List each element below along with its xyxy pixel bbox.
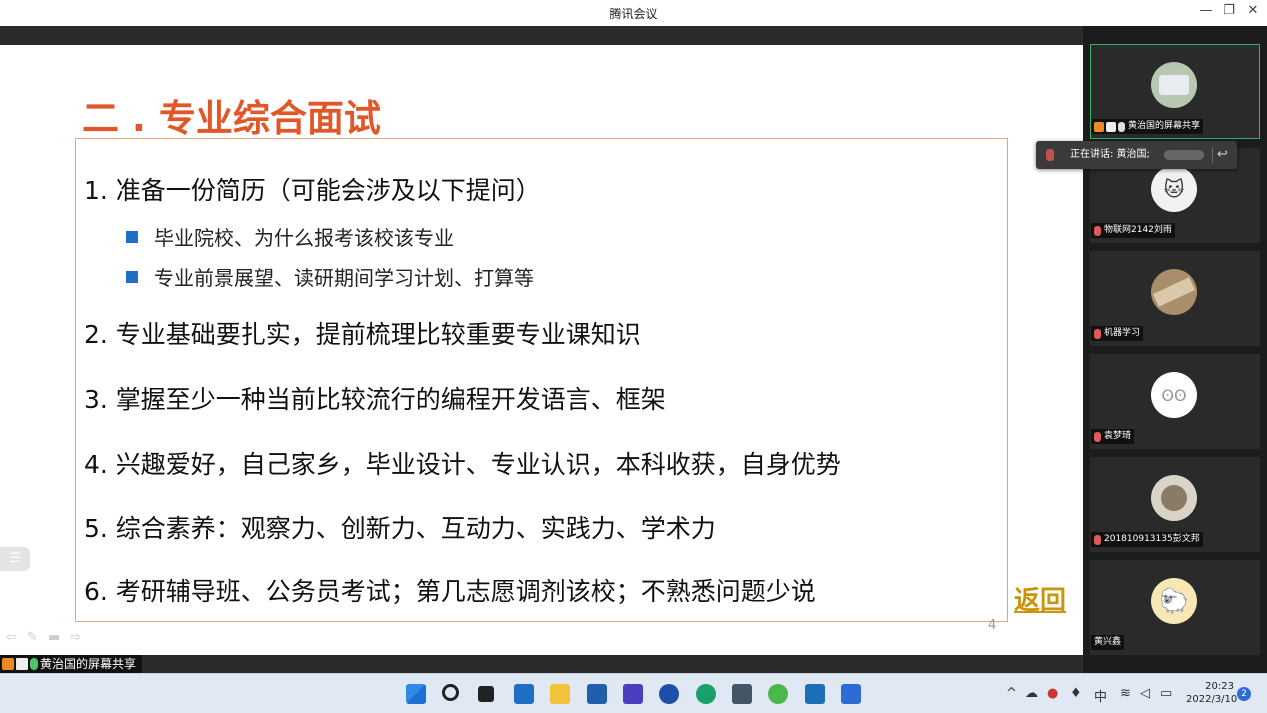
microphone-icon[interactable]: ♦	[1070, 686, 1082, 701]
tencent-meeting-icon[interactable]	[841, 684, 861, 704]
participant-panel: 黄治国的屏幕共享 🐱 物联网2142刘雨 机器学习 ʘʘ 袁梦琦 2018109…	[1083, 26, 1267, 673]
clock-time: 20:23	[1205, 681, 1234, 692]
highlighter-icon[interactable]: ▬	[48, 630, 70, 645]
taskbar: ^ ☁ ● ♦ 中 ≋ ◁ ▭ 20:23 2022/3/10 2	[0, 673, 1267, 713]
redo-icon[interactable]: ⇨	[70, 630, 91, 645]
user-icon	[2, 658, 14, 670]
sub-list-item: 专业前景展望、读研期间学习计划、打算等	[126, 262, 534, 291]
restore-button[interactable]: ❐	[1218, 3, 1240, 18]
sheep-avatar-icon: 🐑	[1159, 587, 1189, 615]
screen-share-icon	[1106, 121, 1116, 132]
speaking-avatars	[1164, 150, 1204, 160]
mic-muted-icon	[1094, 431, 1101, 442]
share-bottom-bar: 黄治国的屏幕共享	[0, 655, 1083, 673]
avatar	[1151, 62, 1197, 108]
mic-icon	[1118, 121, 1125, 132]
mail-icon[interactable]	[587, 684, 607, 704]
wechat-icon[interactable]	[768, 684, 788, 704]
mic-muted-icon	[1094, 328, 1101, 339]
windows-start-icon[interactable]	[406, 684, 426, 704]
list-item: 1. 准备一份简历（可能会涉及以下提问）	[84, 176, 541, 205]
participant-tile[interactable]: 机器学习	[1090, 251, 1260, 346]
avatar	[1151, 475, 1197, 521]
speaking-text: 正在讲话: 黄治国;	[1070, 149, 1150, 160]
annotation-toolbar: ⇦✎▬⇨	[6, 630, 91, 645]
slide-content-box: 1. 准备一份简历（可能会涉及以下提问） 毕业院校、为什么报考该校该专业 专业前…	[75, 138, 1008, 622]
cloud-icon[interactable]: ☁	[1025, 686, 1038, 701]
speaking-indicator: 正在讲话: 黄治国; ↩	[1036, 141, 1237, 169]
widgets-icon[interactable]	[514, 684, 534, 704]
avatar: 🐑	[1151, 578, 1197, 624]
participant-nametag: 黄兴鑫	[1091, 635, 1125, 650]
user-icon	[1094, 121, 1104, 132]
window-title: 腾讯会议	[609, 7, 658, 21]
tray-chevron-icon[interactable]: ^	[1006, 686, 1017, 701]
participant-tile[interactable]: 201810913135彭文邦	[1090, 457, 1260, 552]
reply-icon[interactable]: ↩	[1217, 141, 1228, 169]
mic-icon	[30, 658, 38, 670]
input-language[interactable]: 中	[1094, 686, 1107, 705]
list-item: 2. 专业基础要扎实，提前梳理比较重要专业课知识	[84, 320, 641, 349]
divider	[1212, 147, 1213, 163]
task-view-icon[interactable]	[478, 686, 494, 702]
avatar: 🐱	[1151, 166, 1197, 212]
sharer-tag: 黄治国的屏幕共享	[0, 655, 143, 673]
top-strip	[0, 26, 1083, 45]
participant-nametag: 201810913135彭文邦	[1091, 532, 1203, 547]
list-item: 4. 兴趣爱好，自己家乡，毕业设计、专业认识，本科收获，自身优势	[84, 450, 841, 479]
list-item: 5. 综合素养：观察力、创新力、互动力、实践力、学术力	[84, 514, 716, 543]
battery-icon[interactable]: ▭	[1160, 686, 1172, 701]
wifi-icon[interactable]: ≋	[1120, 686, 1131, 701]
square-bullet-icon	[126, 271, 138, 283]
search-icon[interactable]	[442, 684, 459, 701]
sharer-label: 黄治国的屏幕共享	[40, 657, 137, 671]
mic-muted-icon	[1094, 534, 1101, 545]
file-explorer-icon[interactable]	[550, 684, 570, 704]
participant-nametag: 机器学习	[1091, 326, 1144, 341]
window-titlebar: 腾讯会议 — ❐ ✕	[0, 0, 1267, 26]
taskbar-clock[interactable]: 20:23 2022/3/10	[1186, 680, 1238, 706]
volume-icon[interactable]: ◁	[1140, 686, 1150, 701]
screen-share-icon	[16, 658, 28, 670]
screen: 腾讯会议 — ❐ ✕ 二 . 专业综合面试 1. 准备一份简历（可能会涉及以下提…	[0, 0, 1267, 713]
back-link[interactable]: 返回	[1014, 580, 1066, 617]
pen-icon[interactable]: ✎	[27, 630, 48, 645]
avatar: ʘʘ	[1151, 372, 1197, 418]
close-button[interactable]: ✕	[1242, 3, 1264, 18]
square-bullet-icon	[126, 231, 138, 243]
participant-tile[interactable]: 🐑 黄兴鑫	[1090, 560, 1260, 655]
mic-muted-icon	[1094, 225, 1101, 236]
list-icon: ☰	[9, 551, 21, 566]
shared-screen: 二 . 专业综合面试 1. 准备一份简历（可能会涉及以下提问） 毕业院校、为什么…	[0, 26, 1083, 673]
page-number: 4	[988, 618, 997, 633]
cartoon-avatar-icon: ʘʘ	[1161, 385, 1187, 405]
list-item: 3. 掌握至少一种当前比较流行的编程开发语言、框架	[84, 385, 666, 414]
participant-nametag: 黄治国的屏幕共享	[1091, 119, 1204, 134]
cat-avatar-icon: 🐱	[1163, 177, 1185, 201]
participant-tile[interactable]: 黄治国的屏幕共享	[1090, 44, 1260, 139]
participant-nametag: 袁梦琦	[1091, 429, 1135, 444]
app-icon[interactable]	[623, 684, 643, 704]
list-item: 6. 考研辅导班、公务员考试；第几志愿调剂该校；不熟悉问题少说	[84, 577, 816, 606]
clock-date: 2022/3/10	[1186, 694, 1238, 705]
mic-icon	[1046, 149, 1054, 161]
app-icon[interactable]	[805, 684, 825, 704]
undo-icon[interactable]: ⇦	[6, 630, 27, 645]
slide-list-button[interactable]: ☰	[0, 547, 30, 571]
app-icon[interactable]	[659, 684, 679, 704]
participant-nametag: 物联网2142刘雨	[1091, 223, 1175, 238]
qq-icon[interactable]: ●	[1047, 686, 1058, 701]
slide-title: 二 . 专业综合面试	[82, 97, 381, 140]
minimize-button[interactable]: —	[1195, 3, 1217, 18]
notification-badge[interactable]: 2	[1237, 687, 1251, 701]
avatar	[1151, 269, 1197, 315]
calculator-icon[interactable]	[732, 684, 752, 704]
edge-browser-icon[interactable]	[696, 684, 716, 704]
sub-list-item: 毕业院校、为什么报考该校该专业	[126, 222, 454, 251]
participant-tile[interactable]: ʘʘ 袁梦琦	[1090, 354, 1260, 449]
